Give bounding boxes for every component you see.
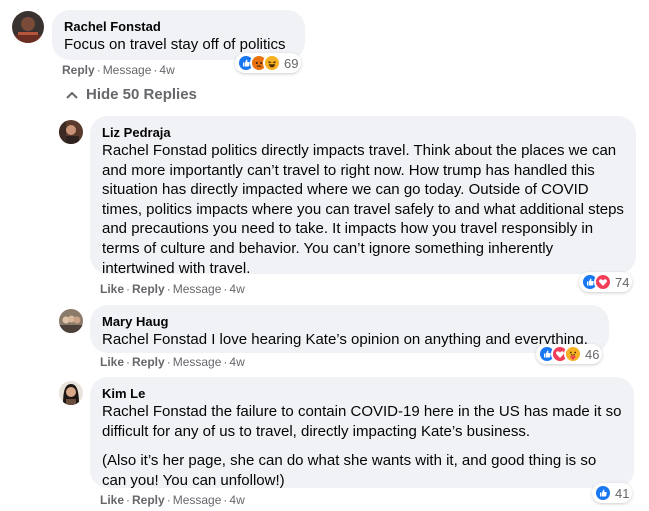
comment-bubble: Liz Pedraja Rachel Fonstad politics dire… — [90, 116, 636, 277]
timestamp[interactable]: 4w — [229, 355, 244, 369]
timestamp[interactable]: 4w — [159, 63, 174, 77]
like-link[interactable]: Like — [100, 355, 124, 369]
comment-actions: Reply · Message · 4w — [62, 63, 175, 77]
comment-actions: Like · Reply · Message · 4w — [100, 282, 245, 296]
reply-link[interactable]: Reply — [132, 355, 165, 369]
reaction-count: 46 — [585, 346, 600, 362]
avatar-mary-haug[interactable] — [59, 309, 83, 333]
reactions-summary[interactable]: 69 — [235, 53, 302, 73]
reply-link[interactable]: Reply — [132, 282, 165, 296]
reply-link[interactable]: Reply — [132, 493, 165, 507]
reactions-summary[interactable]: 41 — [592, 483, 633, 503]
timestamp[interactable]: 4w — [229, 282, 244, 296]
haha-reaction-icon — [263, 54, 281, 72]
reactions-summary[interactable]: 46 — [536, 344, 603, 364]
avatar-kim-le[interactable] — [59, 381, 83, 405]
avatar-liz-pedraja[interactable] — [59, 120, 83, 144]
like-link[interactable]: Like — [100, 282, 124, 296]
hide-replies-toggle[interactable]: Hide 50 Replies — [66, 86, 197, 103]
comment-bubble: Mary Haug Rachel Fonstad I love hearing … — [90, 305, 609, 353]
reactions-summary[interactable]: 74 — [579, 272, 633, 292]
comment-actions: Like · Reply · Message · 4w — [100, 493, 245, 507]
reaction-count: 41 — [615, 485, 630, 501]
comment-text: Rachel Fonstad politics directly impacts… — [102, 142, 624, 277]
comment-author[interactable]: Mary Haug — [102, 313, 597, 330]
comment-bubble: Kim Le Rachel Fonstad the failure to con… — [90, 377, 634, 489]
reaction-count: 69 — [284, 55, 299, 71]
chevron-up-icon — [66, 91, 78, 99]
comment-text: Rachel Fonstad I love hearing Kate’s opi… — [102, 331, 588, 348]
like-link[interactable]: Like — [100, 493, 124, 507]
comment-author[interactable]: Liz Pedraja — [102, 124, 624, 141]
message-link[interactable]: Message — [173, 355, 222, 369]
reaction-count: 74 — [615, 274, 630, 290]
timestamp[interactable]: 4w — [229, 493, 244, 507]
hide-replies-label: Hide 50 Replies — [86, 86, 197, 103]
avatar-rachel-fonstad[interactable] — [12, 11, 44, 43]
comment-author[interactable]: Rachel Fonstad — [64, 18, 293, 35]
message-link[interactable]: Message — [103, 63, 152, 77]
reply-link[interactable]: Reply — [62, 63, 95, 77]
care-reaction-icon — [564, 345, 582, 363]
message-link[interactable]: Message — [173, 493, 222, 507]
comment-text: Focus on travel stay off of politics — [64, 36, 286, 53]
comment-actions: Like · Reply · Message · 4w — [100, 355, 245, 369]
like-reaction-icon — [594, 484, 612, 502]
message-link[interactable]: Message — [173, 282, 222, 296]
love-reaction-icon — [594, 273, 612, 291]
comment-text: Rachel Fonstad the failure to contain CO… — [102, 403, 622, 489]
comment-author[interactable]: Kim Le — [102, 385, 622, 402]
